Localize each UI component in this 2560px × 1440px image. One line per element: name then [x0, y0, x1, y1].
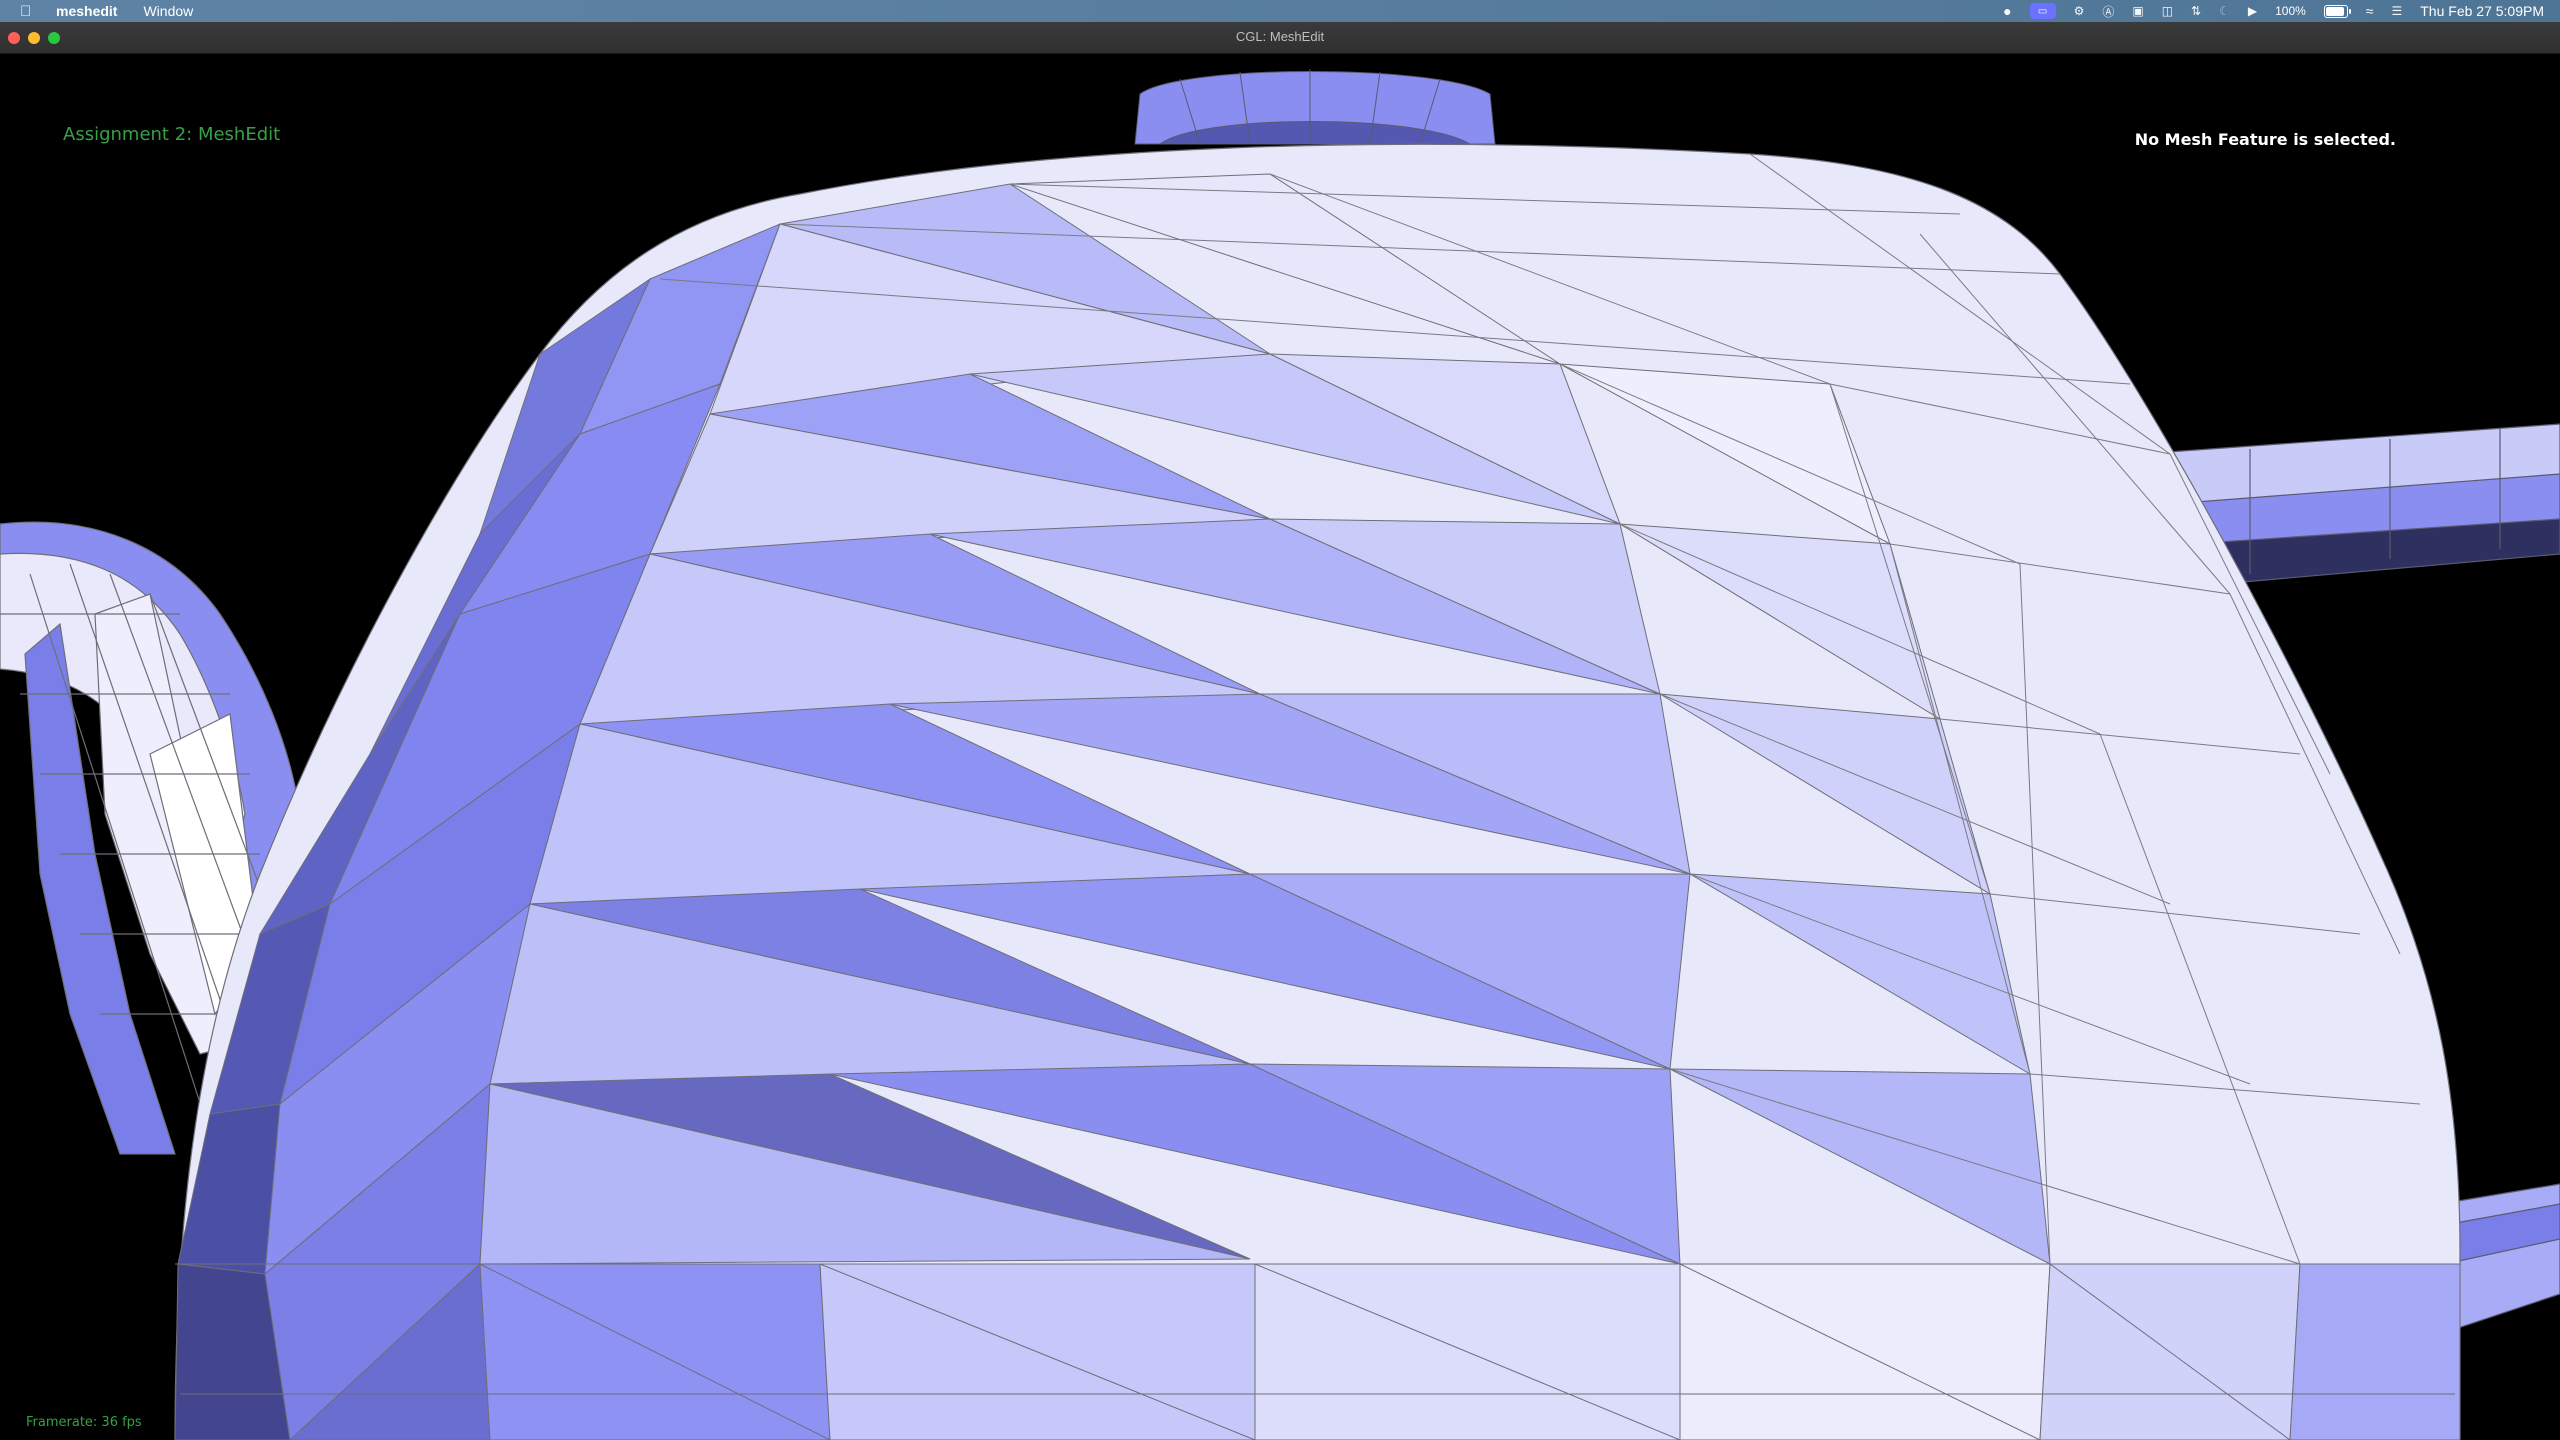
- teapot-body-belt[interactable]: [175, 1263, 2461, 1440]
- text-a-icon[interactable]: Ⓐ: [2102, 3, 2114, 20]
- app-window: CGL: MeshEdit Assignment 2: MeshEdit No …: [0, 22, 2560, 1440]
- menu-app-name[interactable]: meshedit: [56, 3, 117, 19]
- bluetooth-like-icon[interactable]: ⇅: [2191, 4, 2201, 18]
- menu-clock[interactable]: Thu Feb 27 5:09PM: [2420, 3, 2544, 19]
- teapot-lid-knob[interactable]: [1134, 69, 1496, 145]
- apple-icon[interactable]: : [20, 3, 36, 20]
- menu-window[interactable]: Window: [143, 3, 193, 19]
- status-area: ● ▭ ⚙ Ⓐ ▣ ◫ ⇅ ☾ ▶ 100% ≈ ☰ Thu Feb 27 5:…: [2003, 0, 2544, 22]
- hud-title: Assignment 2: MeshEdit: [63, 124, 281, 145]
- window-titlebar[interactable]: CGL: MeshEdit: [0, 22, 2560, 54]
- vpn-icon[interactable]: ⚙: [2074, 4, 2085, 18]
- display-icon[interactable]: ▣: [2132, 4, 2143, 18]
- teapot-mesh[interactable]: [0, 54, 2560, 1440]
- play-icon[interactable]: ▶: [2248, 4, 2257, 18]
- record-icon[interactable]: ●: [2003, 3, 2011, 19]
- battery-icon[interactable]: [2323, 4, 2351, 18]
- control-center-icon[interactable]: ☰: [2391, 4, 2402, 18]
- battery-percent: 100%: [2275, 4, 2306, 18]
- screen-mirror-icon[interactable]: ▭: [2029, 3, 2056, 19]
- menu-bar:  meshedit Window ● ▭ ⚙ Ⓐ ▣ ◫ ⇅ ☾ ▶ 100%…: [0, 0, 2560, 22]
- sidebar-icon[interactable]: ◫: [2162, 4, 2173, 18]
- moon-icon[interactable]: ☾: [2219, 4, 2230, 18]
- window-title: CGL: MeshEdit: [1235, 29, 1325, 44]
- mesh-viewport[interactable]: Assignment 2: MeshEdit No Mesh Feature i…: [0, 54, 2560, 1440]
- selection-status: No Mesh Feature is selected.: [2134, 130, 2396, 149]
- wifi-icon[interactable]: ≈: [2366, 3, 2374, 19]
- framerate-readout: Framerate: 36 fps: [26, 1415, 142, 1430]
